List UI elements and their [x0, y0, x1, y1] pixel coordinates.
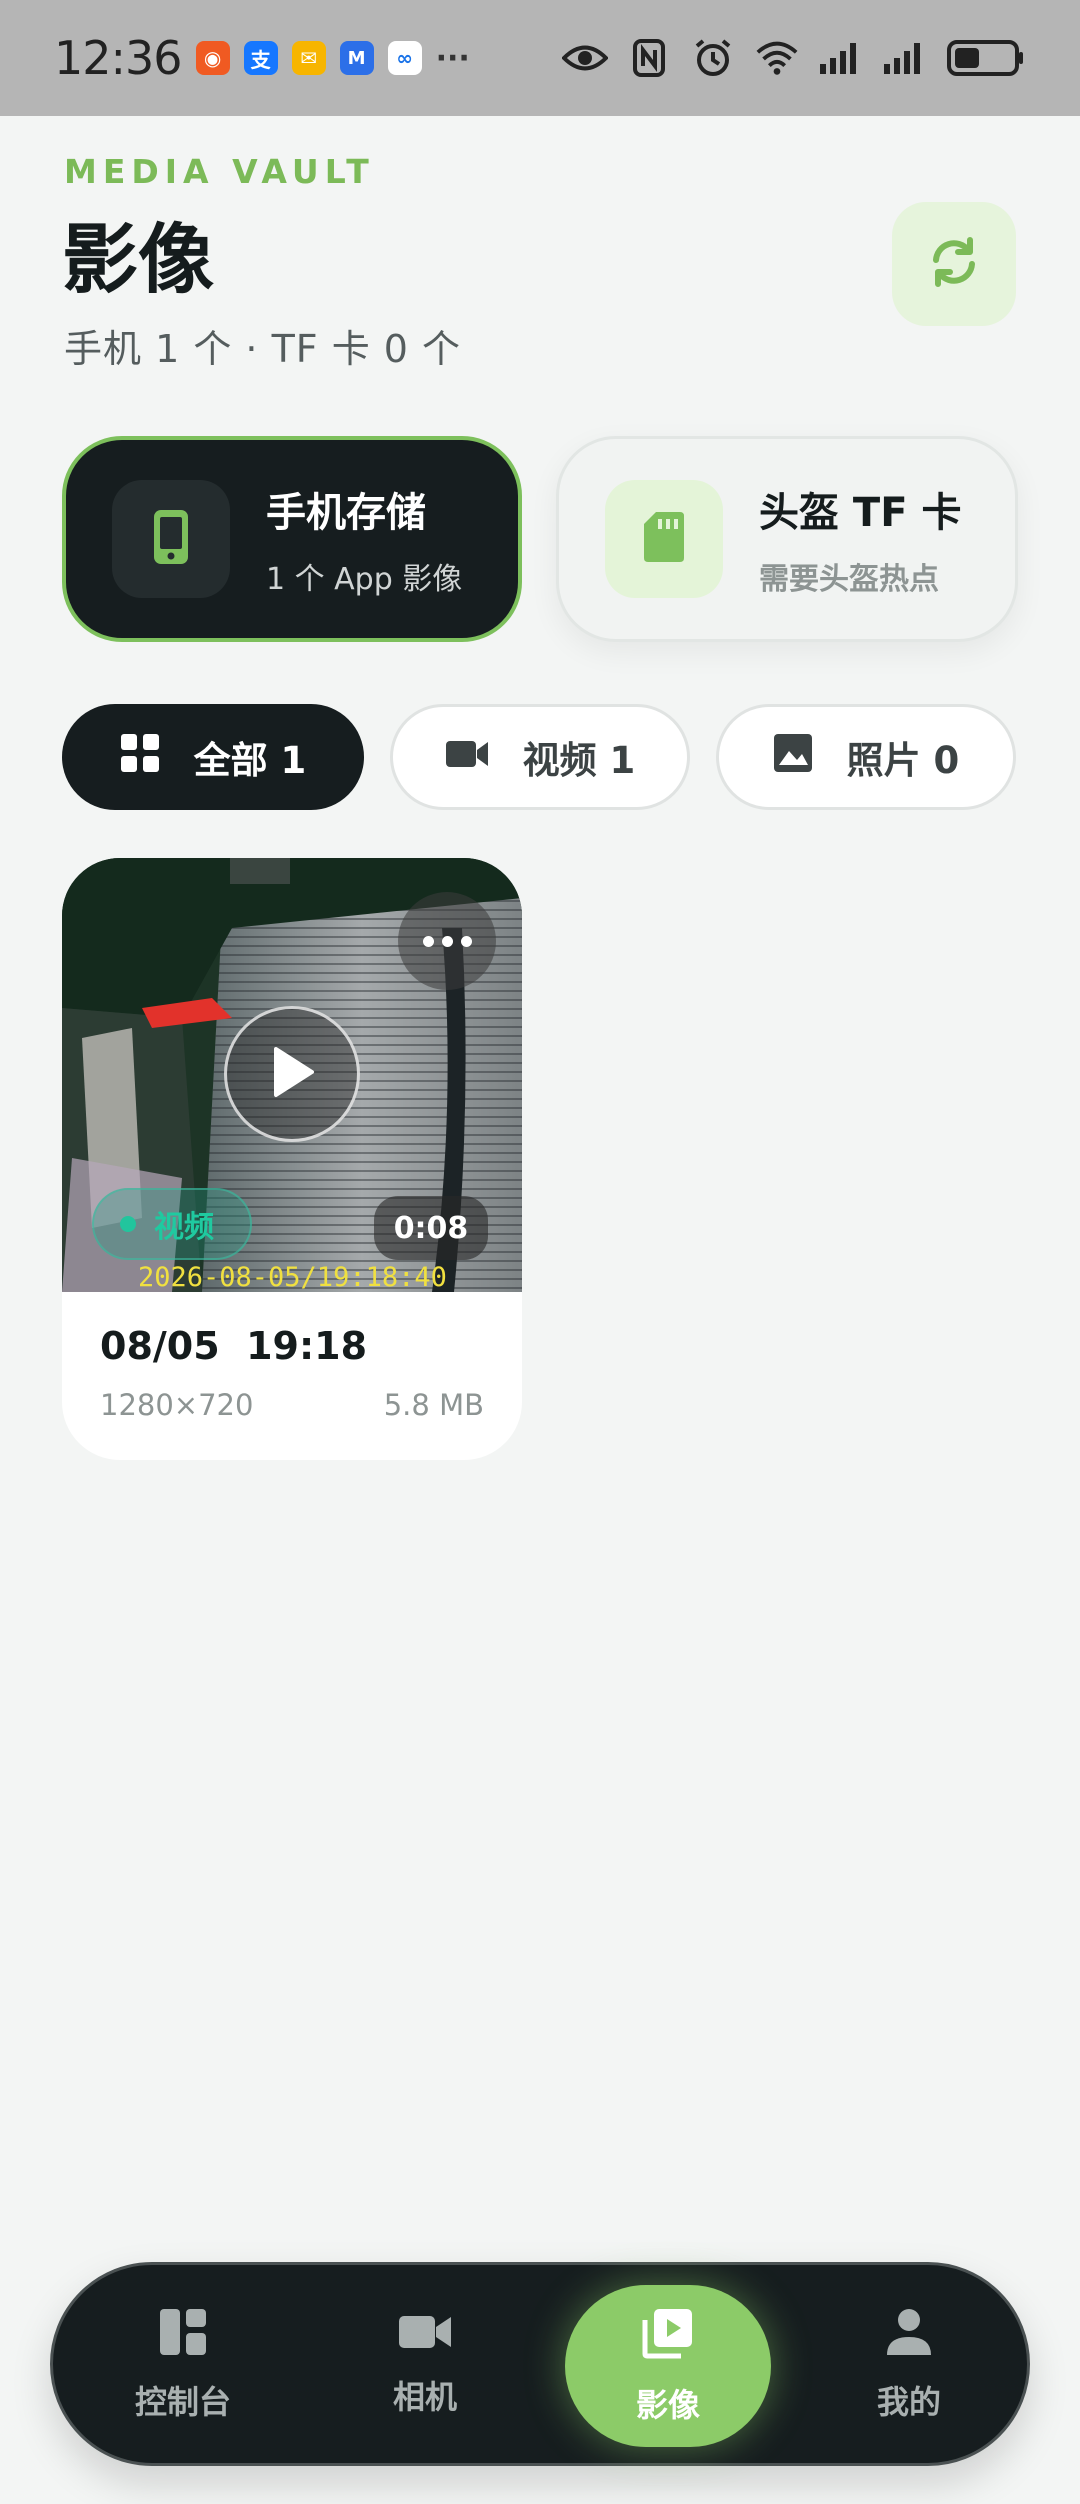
- app-notification-icon: ◉: [195, 41, 230, 75]
- media-type-badge: 视频: [92, 1188, 252, 1260]
- image-icon: [773, 733, 813, 782]
- video-timestamp-overlay: 2026-08-05/19:18:40: [138, 1262, 447, 1292]
- badge-label: 视频: [154, 1210, 214, 1245]
- badge-dot-icon: [120, 1216, 136, 1232]
- sd-card-icon: [642, 510, 686, 568]
- more-dot-icon: [422, 935, 434, 947]
- app-notification-icon: M: [339, 41, 374, 75]
- storage-icon-box: [112, 480, 230, 598]
- storage-subtitle: 1 个 App 影像: [266, 562, 463, 597]
- media-resolution: 1280×720: [100, 1388, 254, 1422]
- mail-notification-icon: ✉: [291, 41, 326, 75]
- storage-tf-card[interactable]: 头盔 TF 卡 需要头盔热点: [556, 436, 1018, 642]
- nav-profile[interactable]: 我的: [819, 2265, 999, 2465]
- status-time: 12:36: [54, 31, 183, 85]
- storage-icon-box: [605, 480, 723, 598]
- more-dot-icon: [441, 935, 453, 947]
- nav-dashboard[interactable]: 控制台: [93, 2265, 273, 2465]
- status-bar: 12:36 ◉ 支 ✉ M ∞ ···: [0, 0, 1080, 116]
- storage-phone-card[interactable]: 手机存储 1 个 App 影像: [62, 436, 522, 642]
- video-camera-icon: [398, 2312, 452, 2360]
- phone-icon: [151, 507, 191, 571]
- filter-photo-chip[interactable]: 照片 0: [716, 704, 1016, 810]
- refresh-button[interactable]: [892, 202, 1016, 326]
- signal-icon: [882, 38, 928, 78]
- media-library-icon: [641, 2306, 695, 2368]
- filter-label: 照片 0: [846, 739, 960, 782]
- battery-icon: [946, 38, 1026, 78]
- storage-title: 手机存储: [266, 490, 426, 536]
- media-date: 08/05 19:18: [100, 1324, 368, 1368]
- nfc-icon: [626, 38, 672, 78]
- app-notification-icon: ∞: [387, 41, 422, 75]
- more-dot-icon: [460, 935, 472, 947]
- more-notifications-icon: ···: [435, 40, 470, 76]
- storage-title: 头盔 TF 卡: [759, 490, 962, 536]
- page-title: 影像: [62, 215, 214, 304]
- system-icons: [562, 38, 1026, 78]
- storage-subtitle: 需要头盔热点: [759, 562, 939, 597]
- video-duration: 0:08: [374, 1196, 488, 1260]
- video-thumbnail[interactable]: 视频 0:08 2026-08-05/19:18:40: [62, 858, 522, 1292]
- play-icon: [268, 1045, 316, 1103]
- filter-all-chip[interactable]: 全部 1: [62, 704, 364, 810]
- play-button[interactable]: [224, 1006, 360, 1142]
- notification-icons: ◉ 支 ✉ M ∞ ···: [195, 40, 470, 76]
- nav-camera[interactable]: 相机: [335, 2265, 515, 2465]
- filter-video-chip[interactable]: 视频 1: [390, 704, 690, 810]
- page-subtitle: 手机 1 个 · TF 卡 0 个: [64, 327, 462, 371]
- alipay-notification-icon: 支: [243, 41, 278, 75]
- media-file-size: 5.8 MB: [383, 1388, 484, 1422]
- more-options-button[interactable]: [398, 892, 496, 990]
- dashboard-icon: [158, 2307, 208, 2365]
- eyebrow-label: MEDIA VAULT: [64, 152, 375, 191]
- nav-label: 控制台: [134, 2383, 231, 2421]
- person-icon: [885, 2307, 933, 2365]
- nav-media[interactable]: 影像: [565, 2285, 771, 2447]
- video-camera-icon: [445, 736, 489, 779]
- signal-icon: [818, 38, 864, 78]
- nav-label: 影像: [635, 2386, 700, 2424]
- media-card[interactable]: 视频 0:08 2026-08-05/19:18:40 08/05 19:18 …: [62, 858, 522, 1460]
- nav-label: 我的: [876, 2383, 941, 2421]
- filter-label: 全部 1: [193, 739, 307, 782]
- eye-icon: [562, 38, 608, 78]
- filter-label: 视频 1: [522, 739, 636, 782]
- alarm-icon: [690, 38, 736, 78]
- refresh-icon: [926, 234, 982, 294]
- grid-icon: [120, 733, 160, 782]
- nav-label: 相机: [392, 2378, 457, 2416]
- bottom-navigation: 控制台 相机 影像 我的: [50, 2262, 1030, 2466]
- wifi-icon: [754, 38, 800, 78]
